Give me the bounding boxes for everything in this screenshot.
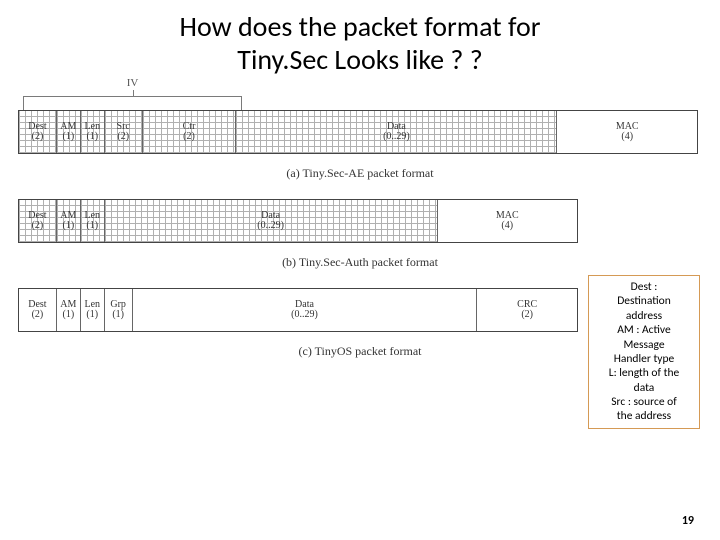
packet-field-ctr: Ctr(2) — [143, 111, 237, 153]
packet-field-data: Data(0..29) — [105, 200, 438, 242]
legend-line: Dest : — [594, 280, 694, 294]
field-size: (1) — [62, 310, 74, 321]
field-size: (1) — [62, 221, 74, 232]
packet-field-dest: Dest(2) — [19, 200, 57, 242]
packet-field-mac: MAC(4) — [557, 111, 697, 153]
packet-c: Dest(2)AM(1)Len(1)Grp(1)Data(0..29)CRC(2… — [18, 288, 578, 332]
field-size: (2) — [521, 310, 533, 321]
field-size: (0..29) — [291, 310, 318, 321]
field-size: (1) — [86, 221, 98, 232]
field-size: (0..29) — [257, 221, 284, 232]
field-size: (2) — [117, 132, 129, 143]
legend-box: Dest : Destination address AM : Active M… — [588, 275, 700, 429]
packet-field-dest: Dest(2) — [19, 111, 57, 153]
packet-field-dest: Dest(2) — [19, 289, 57, 331]
title-line-2: Tiny.Sec Looks like ? ? — [237, 42, 482, 77]
packet-field-am: AM(1) — [57, 111, 81, 153]
slide-title: How does the packet format for Tiny.Sec … — [0, 0, 720, 82]
caption-b: (b) Tiny.Sec-Auth packet format — [12, 255, 708, 270]
legend-line: AM : Active — [594, 323, 694, 337]
title-line-1: How does the packet format for — [180, 9, 541, 44]
iv-label: IV — [127, 77, 139, 89]
field-size: (2) — [32, 221, 44, 232]
field-size: (4) — [621, 132, 633, 143]
packet-a: Dest(2)AM(1)Len(1)Src(2)Ctr(2)Data(0..29… — [18, 110, 698, 154]
field-size: (4) — [501, 221, 513, 232]
field-size: (1) — [86, 132, 98, 143]
field-size: (1) — [112, 310, 124, 321]
field-size: (1) — [63, 132, 75, 143]
legend-line: Src : source of — [594, 395, 694, 409]
packet-field-data: Data(0..29) — [133, 289, 478, 331]
legend-line: Message — [594, 338, 694, 352]
packet-field-crc: CRC(2) — [477, 289, 577, 331]
field-size: (1) — [86, 310, 98, 321]
packet-field-data: Data(0..29) — [236, 111, 557, 153]
packet-field-grp: Grp(1) — [105, 289, 133, 331]
packet-field-len: Len(1) — [81, 289, 105, 331]
legend-line: data — [594, 381, 694, 395]
field-size: (2) — [183, 132, 195, 143]
packet-field-src: Src(2) — [105, 111, 143, 153]
legend-line: L: length of the — [594, 366, 694, 380]
packet-b: Dest(2)AM(1)Len(1)Data(0..29)MAC(4) — [18, 199, 578, 243]
legend-line: Destination — [594, 294, 694, 308]
packet-field-len: Len(1) — [81, 200, 105, 242]
packet-field-mac: MAC(4) — [438, 200, 578, 242]
legend-line: the address — [594, 409, 694, 423]
packet-field-am: AM(1) — [57, 200, 81, 242]
legend-line: Handler type — [594, 352, 694, 366]
caption-a: (a) Tiny.Sec-AE packet format — [12, 166, 708, 181]
packet-field-am: AM(1) — [57, 289, 81, 331]
iv-brace: IV — [23, 82, 242, 110]
field-size: (2) — [32, 132, 44, 143]
legend-line: address — [594, 309, 694, 323]
field-size: (0..29) — [383, 132, 410, 143]
field-size: (2) — [32, 310, 44, 321]
page-number: 19 — [682, 514, 694, 528]
packet-field-len: Len(1) — [81, 111, 105, 153]
